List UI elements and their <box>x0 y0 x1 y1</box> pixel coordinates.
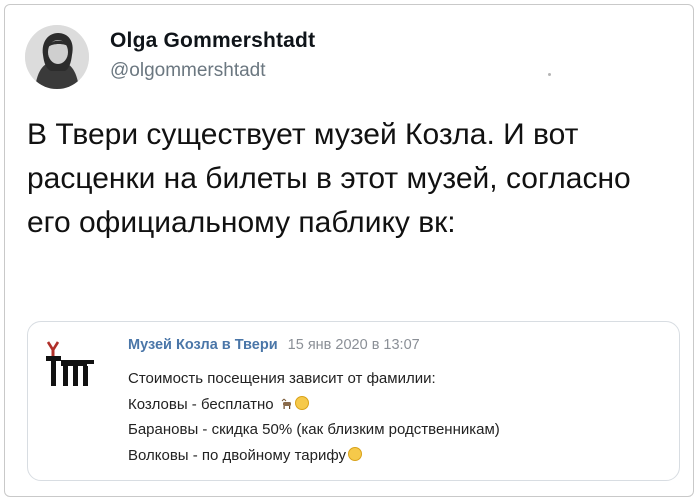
post-line: Стоимость посещения зависит от фамилии: <box>128 366 668 392</box>
author-handle[interactable]: @olgommershtadt <box>110 60 266 82</box>
post-line-text: Барановы - скидка 50% (как близким родст… <box>128 421 500 438</box>
post-header: Музей Козла в Твери 15 янв 2020 в 13:07 <box>128 337 420 353</box>
museum-logo-icon <box>46 341 94 386</box>
avatar[interactable] <box>25 25 89 89</box>
author-name[interactable]: Olga Gommershtadt <box>110 29 315 53</box>
goat-emoji-icon <box>281 398 291 409</box>
post-line-text: Стоимость посещения зависит от фамилии: <box>128 370 436 387</box>
smile-emoji-icon <box>348 446 363 461</box>
tweet-text: В Твери существует музей Козла. И вот ра… <box>27 118 631 239</box>
post-line: Козловы - бесплатно <box>128 392 668 418</box>
group-name-link[interactable]: Музей Козла в Твери <box>128 337 278 353</box>
post-line-text: Козловы - бесплатно <box>128 395 274 413</box>
quoted-vk-post[interactable]: Музей Козла в Твери 15 янв 2020 в 13:07 … <box>27 321 680 481</box>
post-body: Стоимость посещения зависит от фамилии: … <box>128 366 668 468</box>
post-timestamp[interactable]: 15 янв 2020 в 13:07 <box>288 337 420 353</box>
smile-emoji-icon <box>294 395 309 410</box>
tweet-screenshot: Olga Gommershtadt @olgommershtadt В Твер… <box>4 4 694 497</box>
decorative-dot <box>548 73 551 76</box>
post-line-text: Волковы - по двойному тарифу <box>128 446 347 464</box>
avatar-photo <box>25 25 89 89</box>
post-line: Барановы - скидка 50% (как близким родст… <box>128 417 668 443</box>
post-line: Волковы - по двойному тарифу <box>128 443 668 469</box>
